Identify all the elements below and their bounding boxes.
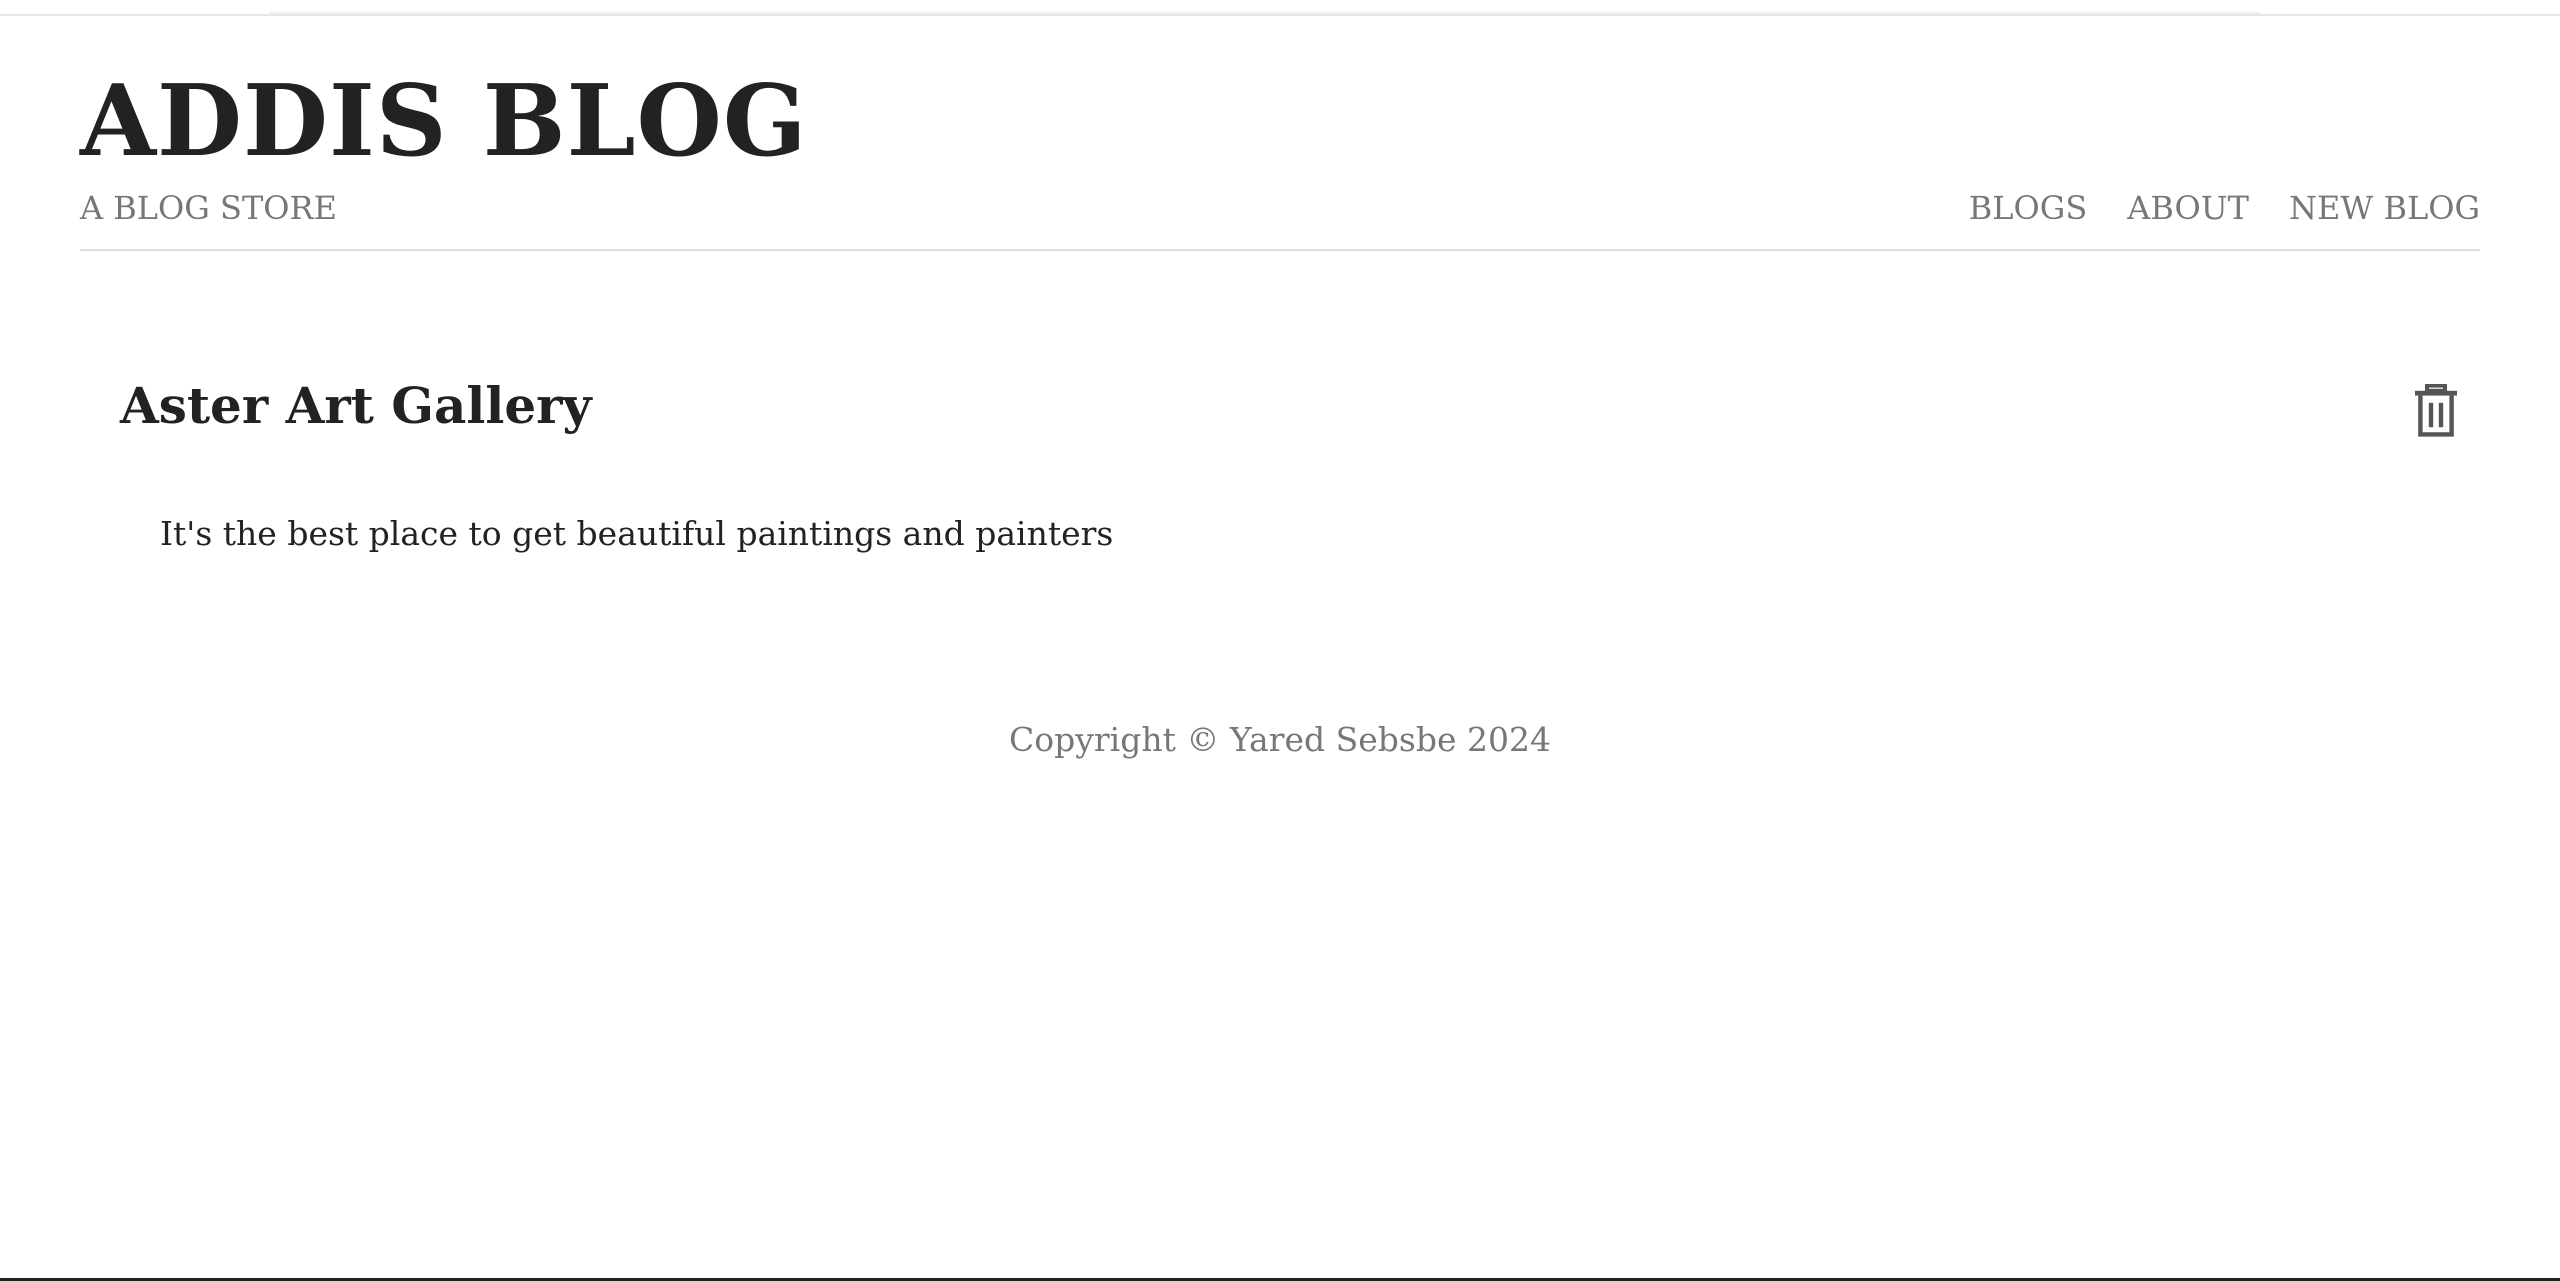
post-title: Aster Art Gallery [120,376,592,435]
footer-copyright: Copyright © Yared Sebsbe 2024 [1009,720,1551,759]
nav-link-new-blog[interactable]: NEW BLOG [2289,188,2480,228]
trash-icon [2415,384,2457,437]
site-title[interactable]: ADDIS BLOG [80,62,808,182]
delete-post-button[interactable] [2412,384,2460,438]
nav-link-about[interactable]: ABOUT [2127,188,2249,228]
blog-post: Aster Art Gallery It's the best place to… [80,360,2480,600]
top-rule [0,12,2560,16]
main-nav: BLOGS ABOUT NEW BLOG [1969,188,2480,228]
nav-link-blogs[interactable]: BLOGS [1969,188,2087,228]
header-divider [80,249,2480,251]
site-tagline: A BLOG STORE [80,189,337,227]
post-body: It's the best place to get beautiful pai… [160,514,1114,553]
top-rule-highlight [270,12,2260,14]
